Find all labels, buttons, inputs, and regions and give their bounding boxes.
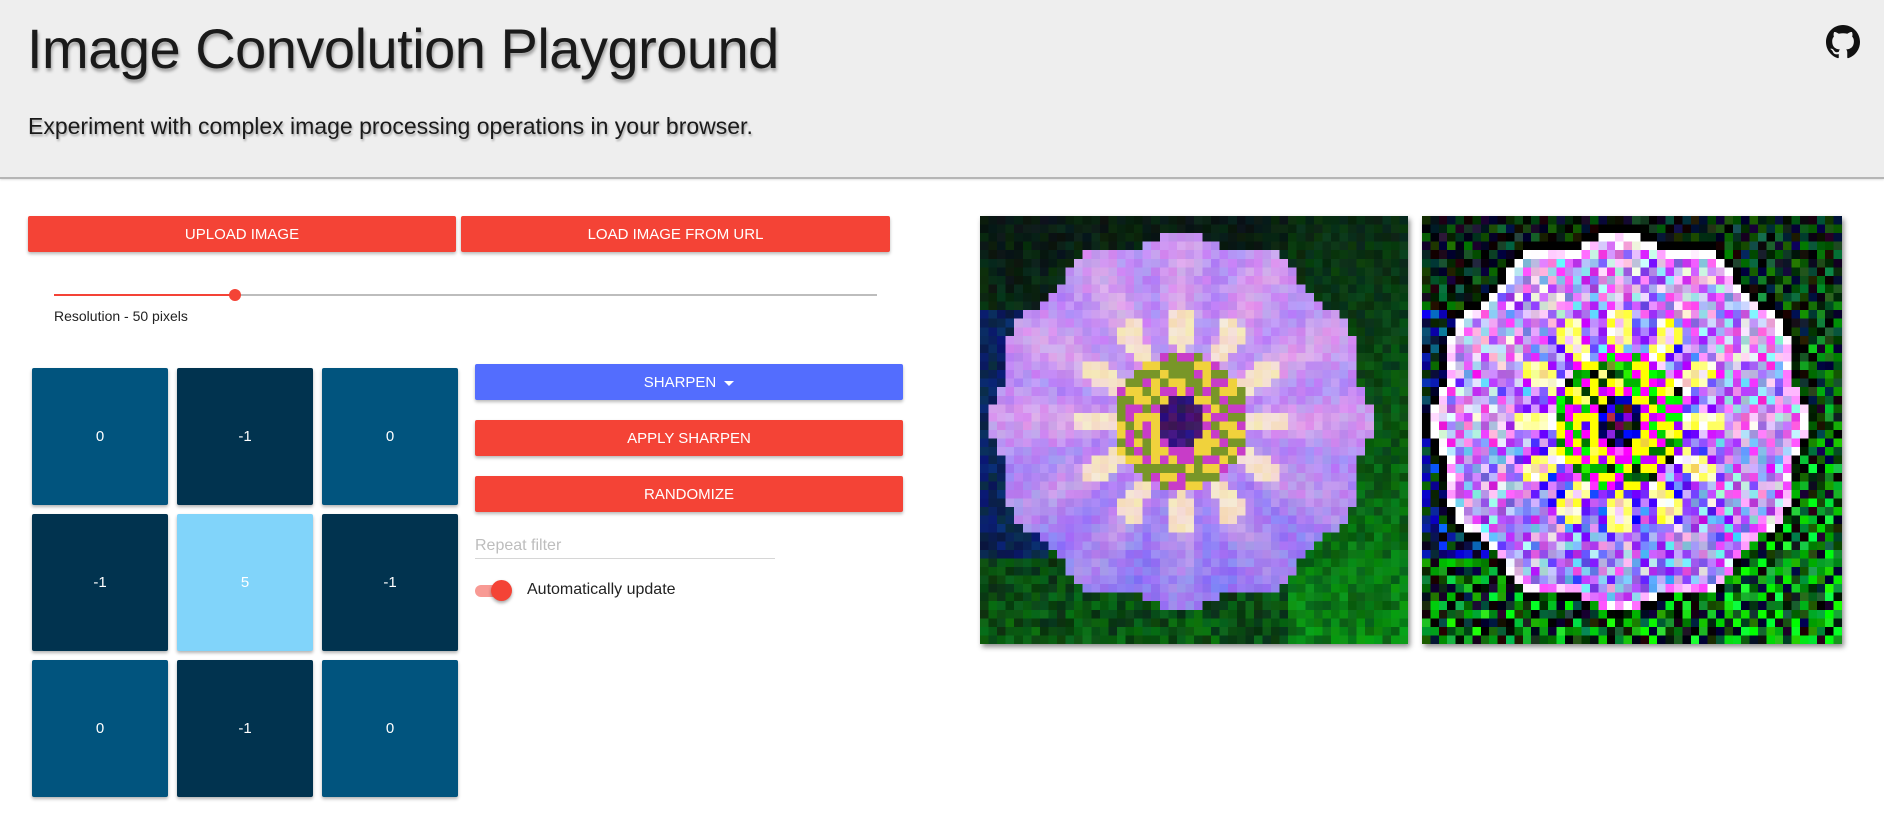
kernel-cell[interactable]: -1 [32, 514, 168, 651]
slider-thumb[interactable] [229, 289, 242, 301]
auto-update-toggle[interactable] [475, 580, 515, 602]
filter-dropdown-button[interactable]: SHARPEN [475, 364, 903, 400]
header: Image Convolution Playground Experiment … [0, 0, 1884, 179]
filter-dropdown-label: SHARPEN [643, 373, 717, 391]
original-image [980, 216, 1408, 644]
slider-fill [54, 294, 236, 296]
page-subtitle: Experiment with complex image processing… [28, 113, 753, 139]
original-image-canvas [980, 216, 1408, 644]
filtered-image-canvas [1422, 216, 1842, 644]
kernel-grid: 0 -1 0 -1 5 -1 0 -1 0 [32, 368, 458, 797]
kernel-cell[interactable]: 0 [32, 660, 168, 797]
github-link[interactable] [1826, 25, 1860, 59]
github-icon [1826, 25, 1860, 59]
kernel-cell[interactable]: 5 [177, 514, 313, 651]
kernel-cell[interactable]: 0 [32, 368, 168, 505]
load-image-from-url-button[interactable]: LOAD IMAGE FROM URL [461, 216, 890, 252]
kernel-cell[interactable]: -1 [322, 514, 458, 651]
caret-down-icon [724, 380, 735, 386]
auto-update-label: Automatically update [527, 581, 676, 598]
repeat-filter-input[interactable] [475, 534, 775, 559]
kernel-cell[interactable]: -1 [177, 368, 313, 505]
resolution-slider[interactable] [54, 286, 877, 306]
resolution-label: Resolution - 50 pixels [54, 308, 188, 324]
apply-filter-button[interactable]: APPLY SHARPEN [475, 420, 903, 456]
kernel-cell[interactable]: 0 [322, 368, 458, 505]
kernel-cell[interactable]: -1 [177, 660, 313, 797]
kernel-cell[interactable]: 0 [322, 660, 458, 797]
page-title: Image Convolution Playground [27, 17, 779, 80]
randomize-button[interactable]: RANDOMIZE [475, 476, 903, 512]
toggle-thumb [491, 580, 512, 601]
filtered-image [1422, 216, 1842, 644]
upload-image-button[interactable]: UPLOAD IMAGE [28, 216, 456, 252]
